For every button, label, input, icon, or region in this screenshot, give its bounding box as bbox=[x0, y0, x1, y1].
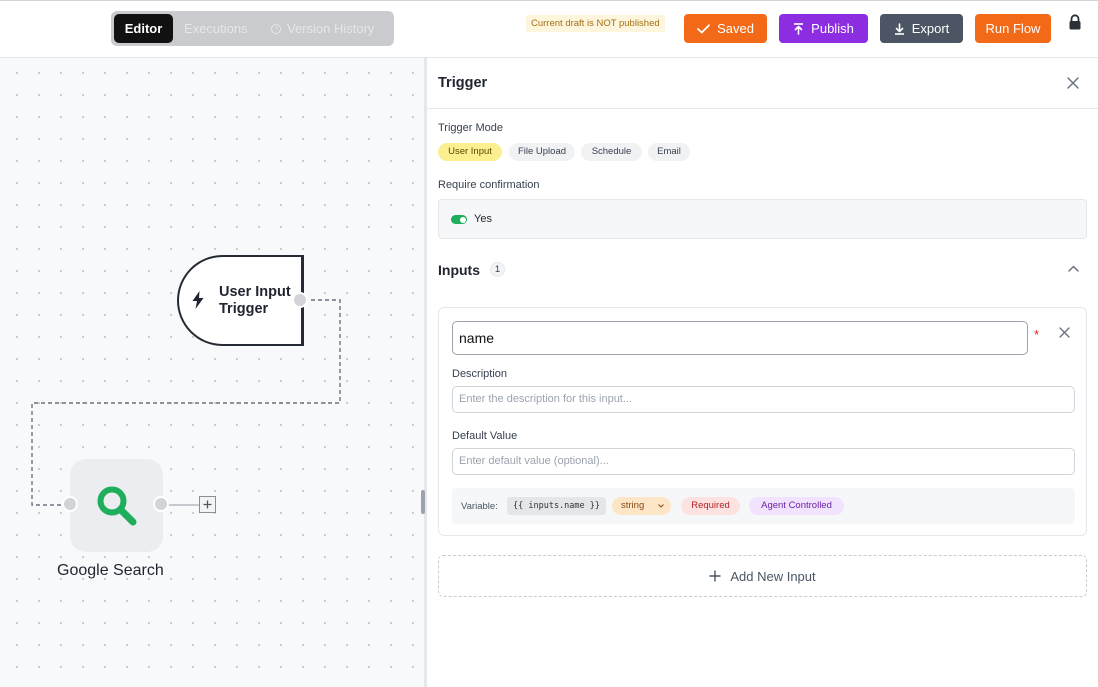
upload-icon bbox=[794, 22, 804, 35]
trigger-settings-panel: Trigger Trigger Mode User Input File Upl… bbox=[427, 58, 1098, 687]
trigger-mode-user-input[interactable]: User Input bbox=[438, 143, 502, 161]
required-marker: * bbox=[1034, 327, 1040, 342]
required-badge[interactable]: Required bbox=[681, 497, 740, 515]
publish-button-label: Publish bbox=[811, 21, 854, 36]
chevron-up-icon[interactable] bbox=[1068, 265, 1079, 272]
trigger-mode-email[interactable]: Email bbox=[648, 143, 690, 161]
variable-row: Variable: {{ inputs.name }} string Requi… bbox=[452, 488, 1075, 524]
trigger-node-title-line2: Trigger bbox=[219, 301, 269, 317]
require-confirmation-box: Yes bbox=[438, 199, 1087, 239]
google-search-node-label: Google Search bbox=[57, 562, 164, 579]
splitter-grip[interactable] bbox=[421, 490, 425, 514]
plus-icon bbox=[203, 500, 212, 509]
require-confirmation-label: Require confirmation bbox=[438, 179, 540, 191]
agent-controlled-badge[interactable]: Agent Controlled bbox=[749, 497, 844, 515]
search-output-port[interactable] bbox=[153, 496, 169, 512]
trigger-mode-file-upload[interactable]: File Upload bbox=[509, 143, 575, 161]
search-icon bbox=[97, 486, 137, 526]
description-label: Description bbox=[452, 368, 508, 380]
bolt-icon bbox=[192, 291, 204, 309]
inputs-section-title: Inputs bbox=[438, 262, 480, 278]
run-flow-button[interactable]: Run Flow bbox=[975, 14, 1051, 43]
trigger-node-title-line1: User Input bbox=[219, 284, 291, 300]
saved-button-label: Saved bbox=[717, 21, 754, 36]
panel-divider bbox=[427, 108, 1098, 109]
require-confirmation-value: Yes bbox=[474, 213, 492, 225]
download-icon bbox=[894, 22, 904, 35]
google-search-node[interactable] bbox=[70, 459, 163, 552]
saved-button[interactable]: Saved bbox=[684, 14, 767, 43]
add-new-input-label: Add New Input bbox=[730, 568, 816, 584]
draft-status-badge: Current draft is NOT published bbox=[526, 15, 665, 32]
user-input-trigger-node[interactable]: User Input Trigger bbox=[177, 255, 304, 346]
default-value-input[interactable]: Enter default value (optional)... bbox=[452, 448, 1075, 475]
trigger-output-port[interactable] bbox=[292, 292, 308, 308]
inputs-count-badge: 1 bbox=[490, 262, 505, 277]
input-name-field[interactable]: name bbox=[452, 321, 1028, 355]
trigger-node-title: User Input Trigger bbox=[219, 284, 301, 318]
add-new-input-button[interactable]: Add New Input bbox=[438, 555, 1087, 597]
plus-icon bbox=[709, 570, 721, 582]
panel-title: Trigger bbox=[438, 75, 488, 91]
type-select[interactable]: string bbox=[612, 497, 671, 515]
export-button[interactable]: Export bbox=[880, 14, 963, 43]
variable-label: Variable: bbox=[461, 501, 498, 512]
lock-icon[interactable] bbox=[1068, 14, 1082, 30]
input-item-card: name * Description Enter the description… bbox=[438, 307, 1087, 536]
remove-input-icon[interactable] bbox=[1059, 327, 1070, 338]
type-select-value: string bbox=[621, 500, 645, 511]
search-input-port[interactable] bbox=[62, 496, 78, 512]
close-icon[interactable] bbox=[1066, 76, 1080, 90]
description-input[interactable]: Enter the description for this input... bbox=[452, 386, 1075, 413]
check-icon bbox=[697, 23, 710, 33]
default-value-label: Default Value bbox=[452, 430, 518, 442]
trigger-mode-schedule[interactable]: Schedule bbox=[581, 143, 642, 161]
chevron-down-icon bbox=[658, 504, 664, 508]
variable-code: {{ inputs.name }} bbox=[507, 497, 606, 515]
export-button-label: Export bbox=[911, 21, 950, 36]
require-confirmation-toggle[interactable] bbox=[451, 215, 467, 224]
publish-button[interactable]: Publish bbox=[779, 14, 868, 43]
trigger-mode-label: Trigger Mode bbox=[438, 122, 504, 134]
add-node-button[interactable] bbox=[199, 496, 216, 513]
